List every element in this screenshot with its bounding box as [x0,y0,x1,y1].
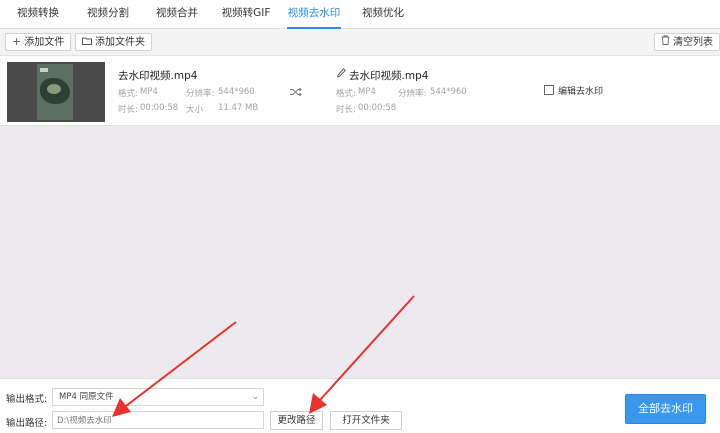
source-resolution: 544*960 [218,87,255,97]
output-format: MP4 [358,87,376,97]
output-file-name: 去水印视频.mp4 [349,70,429,82]
source-duration: 00:00:58 [140,103,179,113]
tab-video-split[interactable]: 视频分割 [80,0,136,29]
output-format-label: 格式: [336,89,356,99]
edit-watermark-label: 编辑去水印 [558,87,604,97]
clear-list-button[interactable]: 清空列表 [654,33,720,51]
output-format-caption: 输出格式: [6,394,48,405]
output-duration: 00:00:58 [358,103,397,113]
tab-bar: 视频转换 视频分割 视频合并 视频转GIF 视频去水印 视频优化 [0,0,720,29]
source-resolution-label: 分辨率: [186,89,215,99]
bottom-bar: 输出格式: MP4 同原文件 ⌄ 输出路径: 更改路径 打开文件夹 全部去水印 [0,378,720,433]
tab-video-merge[interactable]: 视频合并 [149,0,205,29]
pencil-icon[interactable] [336,68,346,81]
plus-icon: + [12,35,22,48]
open-folder-button[interactable]: 打开文件夹 [330,411,402,430]
add-folder-label: 添加文件夹 [95,37,145,48]
add-file-button[interactable]: + 添加文件 [5,33,72,51]
output-format-value: MP4 同原文件 [59,392,114,402]
change-path-button[interactable]: 更改路径 [270,411,323,430]
toolbar: + 添加文件 添加文件夹 清空列表 [0,29,720,56]
source-format-label: 格式: [118,89,138,99]
tab-video-to-gif[interactable]: 视频转GIF [218,0,274,29]
tab-video-convert[interactable]: 视频转换 [10,0,66,29]
add-folder-button[interactable]: 添加文件夹 [75,33,152,51]
shuffle-icon [290,86,302,100]
output-resolution-label: 分辨率: [398,89,427,99]
trash-icon [661,34,670,50]
output-duration-label: 时长: [336,105,356,115]
clear-list-label: 清空列表 [673,37,713,48]
tab-video-watermark-remove[interactable]: 视频去水印 [287,0,341,29]
add-file-label: 添加文件 [24,37,65,48]
source-format: MP4 [140,87,158,97]
edit-icon [544,85,554,95]
source-size: 11.47 MB [218,103,259,113]
folder-icon [82,34,92,50]
chevron-down-icon: ⌄ [251,392,259,402]
edit-watermark-button[interactable]: 编辑去水印 [544,84,603,97]
tab-video-optimize[interactable]: 视频优化 [357,0,409,29]
output-path-caption: 输出路径: [6,418,48,429]
source-size-label: 大小 [186,105,204,115]
output-path-input[interactable] [52,411,264,429]
source-duration-label: 时长: [118,105,138,115]
output-resolution: 544*960 [430,87,467,97]
source-file-name: 去水印视频.mp4 [118,70,198,82]
video-thumbnail [7,62,105,122]
output-format-select[interactable]: MP4 同原文件 ⌄ [52,388,264,406]
process-all-button[interactable]: 全部去水印 [625,394,706,424]
